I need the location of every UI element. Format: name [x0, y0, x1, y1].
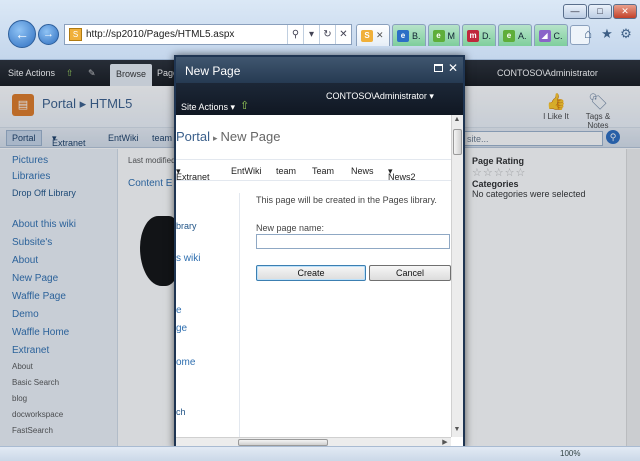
- close-window-button[interactable]: ✕: [613, 4, 637, 19]
- sharepoint-favicon: S: [69, 28, 82, 41]
- browser-chrome: — □ ✕ ← → S http://sp2010/Pages/HTML5.as…: [0, 0, 640, 60]
- site-actions-label: Site Actions: [181, 102, 229, 112]
- zoom-level[interactable]: 100%: [560, 449, 580, 458]
- new-page-dialog: New Page ✕ Site Actions ▾ ⇧ CONTOSO\Admi…: [174, 55, 465, 449]
- tab-c[interactable]: ◢ C.: [533, 24, 568, 46]
- tab-m[interactable]: e M: [427, 24, 461, 46]
- close-tab-icon[interactable]: ✕: [376, 30, 384, 41]
- tab-label: B.: [412, 30, 421, 41]
- dialog-ribbon: Site Actions ▾ ⇧ CONTOSO\Administrator ▾: [176, 83, 463, 115]
- ql-item[interactable]: ch: [176, 407, 186, 417]
- scroll-right-icon[interactable]: ▶: [440, 438, 450, 446]
- user-label: CONTOSO\Administrator: [326, 91, 427, 101]
- nav-news[interactable]: News: [351, 166, 374, 176]
- favorites-icon[interactable]: ★: [599, 26, 615, 42]
- chart-icon: ◢: [538, 29, 551, 42]
- breadcrumb-new-page: New Page: [220, 129, 281, 144]
- status-bar: 100%: [0, 446, 640, 461]
- nav-news2-label: News2: [388, 172, 416, 182]
- url-text[interactable]: http://sp2010/Pages/HTML5.aspx: [86, 29, 287, 40]
- tab-label: D.: [482, 30, 492, 41]
- navigate-up-icon[interactable]: ⇧: [240, 99, 252, 112]
- dialog-quick-launch: brary s wiki e ge ome ch: [176, 193, 240, 437]
- tab-label: C.: [553, 30, 563, 41]
- address-bar[interactable]: S http://sp2010/Pages/HTML5.aspx ⚲ ▾ ↻ ✕: [64, 24, 352, 45]
- tab-label: M: [447, 30, 456, 41]
- scroll-up-icon[interactable]: ▲: [452, 116, 462, 123]
- info-text: This page will be created in the Pages l…: [256, 195, 437, 205]
- dialog-top-navigation: Extranet ▾ EntWiki team Team News News2 …: [176, 159, 451, 182]
- scrollbar-thumb[interactable]: [453, 129, 462, 155]
- ql-item[interactable]: ge: [176, 323, 187, 334]
- nav-extranet-label: Extranet: [176, 172, 210, 182]
- gear-icon[interactable]: ⚙: [618, 26, 634, 42]
- m-icon: m: [467, 29, 480, 42]
- sharepoint-favicon: S: [361, 29, 373, 42]
- tab-a[interactable]: e A.: [498, 24, 532, 46]
- ql-item[interactable]: s wiki: [176, 253, 200, 264]
- home-icon[interactable]: ⌂: [580, 26, 596, 42]
- refresh-icon[interactable]: ↻: [319, 25, 335, 44]
- nav-team-2[interactable]: Team: [312, 166, 334, 176]
- breadcrumb-portal[interactable]: Portal: [176, 129, 210, 144]
- tab-strip: S ✕ e B. e M m D. e A. ◢ C.: [356, 24, 590, 46]
- cancel-button[interactable]: Cancel: [369, 265, 451, 281]
- maximize-icon[interactable]: [434, 64, 443, 72]
- dropdown-icon[interactable]: ▾: [303, 25, 319, 44]
- breadcrumb: Portal ▸ New Page: [176, 129, 280, 144]
- close-icon[interactable]: ✕: [448, 61, 458, 75]
- breadcrumb-separator: ▸: [212, 133, 218, 143]
- stop-icon[interactable]: ✕: [335, 25, 351, 44]
- dialog-titlebar: New Page ✕: [176, 57, 463, 83]
- ql-item[interactable]: e: [176, 305, 182, 316]
- user-menu[interactable]: CONTOSO\Administrator ▾: [326, 91, 434, 102]
- back-button[interactable]: ←: [8, 20, 36, 48]
- page-name-label: New page name:: [256, 223, 325, 233]
- scroll-down-icon[interactable]: ▼: [452, 426, 462, 433]
- page-icon: e: [397, 29, 409, 42]
- ie-icon: e: [503, 29, 516, 42]
- minimize-button[interactable]: —: [563, 4, 587, 19]
- ie-icon: e: [432, 29, 445, 42]
- page-name-input[interactable]: [256, 234, 450, 249]
- nav-entwiki[interactable]: EntWiki: [231, 166, 262, 176]
- scrollbar-thumb[interactable]: [238, 439, 328, 446]
- nav-team[interactable]: team: [276, 166, 296, 176]
- forward-button[interactable]: →: [38, 24, 59, 45]
- maximize-button[interactable]: □: [588, 4, 612, 19]
- nav-news2[interactable]: News2 ▾: [388, 166, 416, 182]
- tab-b[interactable]: e B.: [392, 24, 426, 46]
- dialog-title: New Page: [185, 64, 241, 78]
- ql-item[interactable]: ome: [176, 357, 195, 368]
- tab-d[interactable]: m D.: [462, 24, 497, 46]
- tab-label: A.: [518, 30, 527, 41]
- search-icon[interactable]: ⚲: [287, 25, 303, 44]
- nav-extranet[interactable]: Extranet ▾: [176, 166, 210, 182]
- ql-item[interactable]: brary: [176, 221, 197, 231]
- site-actions-menu[interactable]: Site Actions ▾: [181, 102, 235, 113]
- create-button[interactable]: Create: [256, 265, 366, 281]
- dialog-vertical-scrollbar[interactable]: ▲ ▼: [451, 115, 463, 437]
- tab-active[interactable]: S ✕: [356, 24, 390, 46]
- dialog-body: Portal ▸ New Page Extranet ▾ EntWiki team …: [176, 115, 451, 437]
